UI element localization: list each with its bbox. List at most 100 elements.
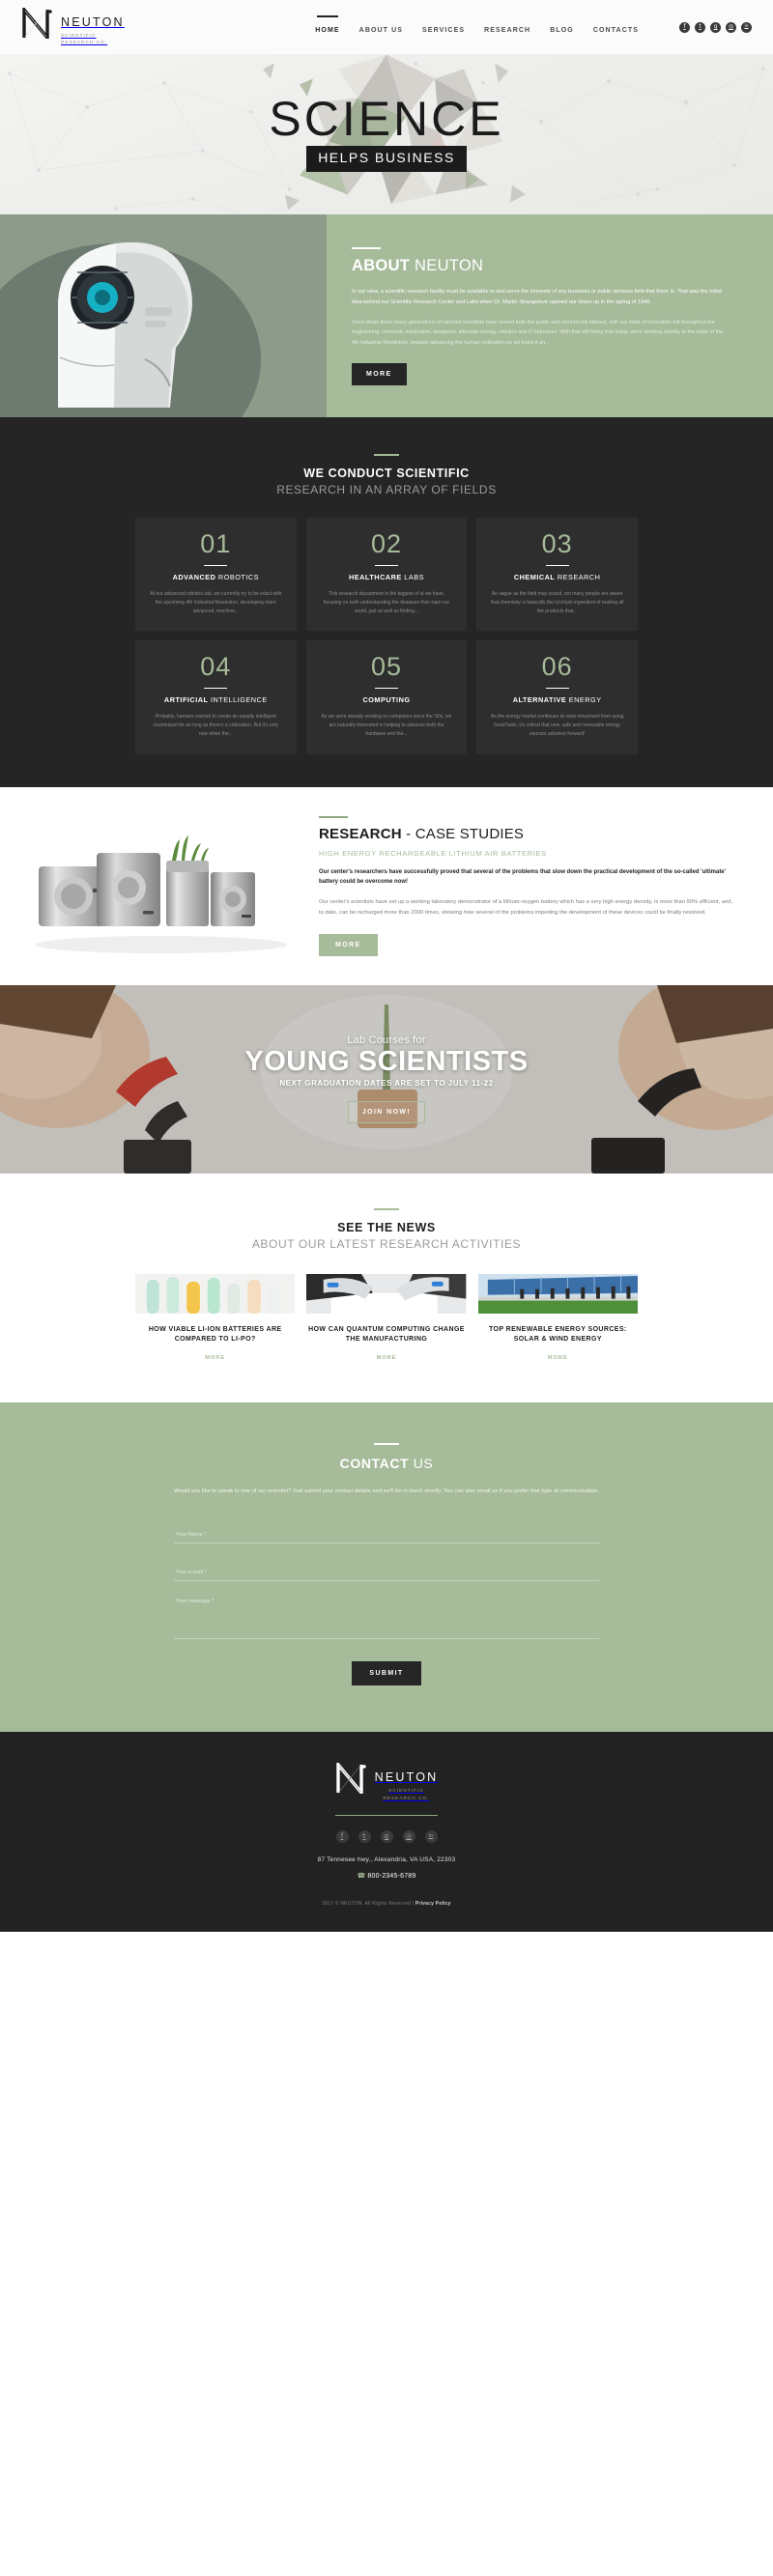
card-title: ALTERNATIVE ENERGY bbox=[490, 695, 624, 704]
robot-head-image bbox=[0, 214, 327, 417]
research-paragraph: Our center's scientists have set up a wo… bbox=[319, 898, 733, 916]
contact-section: CONTACT US Would you like to speak to on… bbox=[0, 1402, 773, 1732]
card-number: 01 bbox=[200, 529, 232, 558]
card-text: As vague as the field may sound, not man… bbox=[490, 591, 624, 614]
card-rule bbox=[374, 565, 398, 566]
header-right: HOME ABOUT US SERVICES RESEARCH BLOG CON… bbox=[315, 14, 752, 34]
twitter-icon[interactable]: t bbox=[695, 21, 705, 33]
hero-banner: SCIENCE HELPS BUSINESS bbox=[0, 54, 773, 214]
young-scientists-banner: Lab Courses for YOUNG SCIENTISTS NEXT GR… bbox=[0, 984, 773, 1174]
news-card-quantum[interactable]: HOW CAN QUANTUM COMPUTING CHANGE THE MAN… bbox=[306, 1273, 467, 1365]
card-title: ADVANCED ROBOTICS bbox=[149, 573, 283, 581]
name-input[interactable] bbox=[174, 1531, 599, 1543]
about-heading-light: NEUTON bbox=[410, 257, 484, 274]
about-content: ABOUT NEUTON In our view, a scientific r… bbox=[327, 214, 773, 417]
instagram-icon[interactable]: ◎ bbox=[402, 1830, 415, 1844]
news-card-title: TOP RENEWABLE ENERGY SOURCES: SOLAR & WI… bbox=[488, 1325, 627, 1344]
research-heading: RESEARCH - CASE STUDIES bbox=[319, 826, 734, 842]
fields-title-top: WE CONDUCT SCIENTIFIC bbox=[303, 467, 470, 480]
research-case-studies-section: RESEARCH - CASE STUDIES HIGH ENERGY RECH… bbox=[0, 786, 773, 985]
linkedin-icon[interactable]: in bbox=[741, 21, 752, 33]
card-title-light: LABS bbox=[401, 573, 424, 581]
nav-item-research[interactable]: RESEARCH bbox=[484, 27, 530, 34]
field-card-artificial-intelligence[interactable]: 04 ARTIFICIAL INTELLIGENCE Probably, hum… bbox=[135, 640, 297, 754]
research-rule bbox=[319, 815, 348, 818]
nav-item-services[interactable]: SERVICES bbox=[422, 27, 465, 34]
linkedin-icon[interactable]: in bbox=[424, 1830, 438, 1844]
card-number: 06 bbox=[541, 652, 573, 682]
about-rule bbox=[352, 247, 381, 249]
card-text: As the energy market continues its slow … bbox=[490, 714, 624, 737]
email-input[interactable] bbox=[174, 1569, 599, 1581]
card-title-light: ENERGY bbox=[566, 695, 602, 705]
news-more-link[interactable]: MORE bbox=[377, 1355, 397, 1361]
card-rule bbox=[204, 688, 228, 690]
research-heading-bold: RESEARCH bbox=[319, 825, 402, 842]
battery-cells-graphic bbox=[36, 835, 287, 953]
copyright-text: 2017 © NEUTON. All Rights Reserved | bbox=[322, 1901, 415, 1908]
field-card-healthcare-labs[interactable]: 02 HEALTHCARE LABS This research departm… bbox=[305, 518, 468, 632]
message-field-row bbox=[174, 1598, 599, 1644]
card-text: At our advanced robotics lab, we current… bbox=[150, 591, 282, 614]
news-card-grid: HOW VIABLE LI-ION BATTERIES ARE COMPARED… bbox=[135, 1273, 638, 1365]
nav-item-home[interactable]: HOME bbox=[315, 27, 339, 34]
footer-social-links: f t g ◎ in bbox=[0, 1830, 773, 1844]
card-rule bbox=[545, 565, 569, 566]
batteries-image bbox=[21, 816, 301, 956]
contact-form: SUBMIT bbox=[174, 1523, 599, 1685]
hero-subtitle: HELPS BUSINESS bbox=[318, 150, 455, 166]
news-card-li-ion[interactable]: HOW VIABLE LI-ION BATTERIES ARE COMPARED… bbox=[135, 1273, 296, 1365]
email-field-row bbox=[174, 1561, 599, 1581]
card-title-light: INTELLIGENCE bbox=[208, 695, 268, 705]
privacy-policy-link[interactable]: Privacy Policy bbox=[415, 1901, 451, 1907]
submit-button[interactable]: SUBMIT bbox=[352, 1660, 421, 1685]
field-card-advanced-robotics[interactable]: 01 ADVANCED ROBOTICS At our advanced rob… bbox=[135, 518, 297, 632]
nav-item-about-us[interactable]: ABOUT US bbox=[359, 27, 403, 34]
message-textarea[interactable] bbox=[174, 1598, 599, 1639]
facebook-icon[interactable]: f bbox=[679, 21, 690, 33]
footer-logo-wordmark: NEUTON SCIENTIFIC RESEARCH CO. bbox=[375, 1763, 439, 1802]
research-more-button[interactable]: MORE bbox=[319, 933, 378, 956]
card-title-bold: HEALTHCARE bbox=[349, 573, 402, 581]
google-plus-icon[interactable]: g bbox=[710, 21, 721, 33]
news-more-link[interactable]: MORE bbox=[205, 1355, 225, 1361]
hero-subtitle-box: HELPS BUSINESS bbox=[306, 146, 467, 173]
gloved-hands-tablet-photo bbox=[306, 1273, 467, 1315]
footer-copyright: 2017 © NEUTON. All Rights Reserved | Pri… bbox=[0, 1901, 773, 1907]
logo-name: NEUTON bbox=[61, 15, 125, 30]
field-card-alternative-energy[interactable]: 06 ALTERNATIVE ENERGY As the energy mark… bbox=[476, 640, 638, 754]
young-scientists-content: Lab Courses for YOUNG SCIENTISTS NEXT GR… bbox=[244, 1034, 528, 1124]
news-card-title: HOW CAN QUANTUM COMPUTING CHANGE THE MAN… bbox=[308, 1325, 465, 1344]
about-more-button[interactable]: MORE bbox=[352, 363, 407, 386]
hands-tablet-graphic bbox=[306, 1273, 467, 1314]
field-card-chemical-research[interactable]: 03 CHEMICAL RESEARCH As vague as the fie… bbox=[476, 518, 638, 632]
contact-lead: Would you like to speak to one of our sc… bbox=[174, 1488, 599, 1495]
news-card-title: HOW VIABLE LI-ION BATTERIES ARE COMPARED… bbox=[148, 1325, 282, 1344]
card-number: 03 bbox=[541, 529, 573, 558]
news-more-link[interactable]: MORE bbox=[548, 1355, 568, 1361]
neuton-logo-icon bbox=[21, 5, 56, 43]
footer-logo[interactable]: NEUTON SCIENTIFIC RESEARCH CO. bbox=[335, 1760, 439, 1802]
news-card-renewable[interactable]: TOP RENEWABLE ENERGY SOURCES: SOLAR & WI… bbox=[477, 1273, 638, 1365]
footer-phone: ☎ 800-2345-6789 bbox=[0, 1872, 773, 1880]
contact-rule bbox=[374, 1443, 399, 1446]
news-rule bbox=[374, 1207, 399, 1210]
join-now-button[interactable]: JOIN NOW! bbox=[347, 1101, 426, 1124]
field-card-computing[interactable]: 05 COMPUTING As we were already working … bbox=[305, 640, 468, 754]
solar-farm-graphic bbox=[477, 1273, 638, 1314]
twitter-icon[interactable]: t bbox=[358, 1830, 371, 1844]
android-robot-graphic bbox=[0, 214, 327, 417]
nav-item-contacts[interactable]: CONTACTS bbox=[593, 27, 639, 34]
main-navigation: HOME ABOUT US SERVICES RESEARCH BLOG CON… bbox=[315, 14, 639, 34]
card-title: HEALTHCARE LABS bbox=[320, 573, 454, 581]
site-footer: NEUTON SCIENTIFIC RESEARCH CO. f t g ◎ i… bbox=[0, 1731, 773, 1933]
instagram-icon[interactable]: ◎ bbox=[726, 21, 736, 33]
test-tubes-photo bbox=[135, 1273, 296, 1315]
facebook-icon[interactable]: f bbox=[335, 1830, 349, 1844]
active-nav-indicator bbox=[317, 14, 339, 17]
nav-item-blog[interactable]: BLOG bbox=[550, 27, 574, 34]
contact-heading-bold: CONTACT bbox=[339, 1456, 410, 1472]
site-logo[interactable]: NEUTON SCIENTIFIC RESEARCH CO. bbox=[21, 5, 125, 45]
card-rule bbox=[545, 688, 569, 690]
google-plus-icon[interactable]: g bbox=[380, 1830, 393, 1844]
